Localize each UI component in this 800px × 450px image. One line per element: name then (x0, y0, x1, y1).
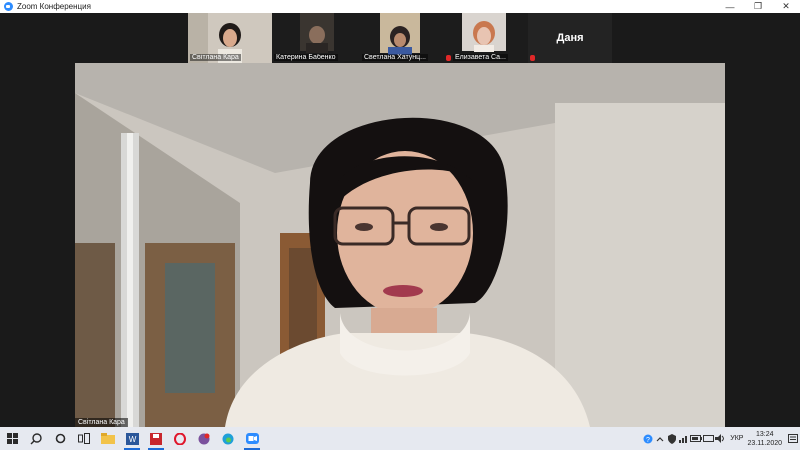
active-speaker-name: Світлана Кара (75, 418, 128, 427)
help-icon[interactable]: ? (642, 427, 654, 450)
muted-mic-icon (530, 55, 535, 61)
minimize-button[interactable]: — (716, 0, 744, 13)
volume-icon[interactable] (714, 427, 726, 450)
system-tray: ? УКР 13:24 23.11.2020 (642, 427, 800, 450)
svg-text:?: ? (646, 437, 650, 444)
task-view-button[interactable] (72, 427, 96, 450)
edge-button[interactable] (216, 427, 240, 450)
zoom-icon (245, 433, 259, 444)
shield-icon[interactable] (666, 427, 678, 450)
keyboard-icon[interactable] (702, 427, 714, 450)
clock-time: 13:24 (755, 430, 774, 438)
search-icon (30, 432, 42, 444)
participant-name: Елизавета Са... (453, 54, 508, 61)
window-controls: — ❐ ✕ (716, 0, 800, 13)
file-explorer-icon (101, 433, 115, 444)
participant-name: Світлана Кара (190, 54, 241, 61)
viber-icon (198, 433, 210, 444)
participant-gallery-strip: Світлана Кара Катерина Бабенко Светлана … (0, 13, 800, 63)
restore-button[interactable]: ❐ (744, 0, 772, 13)
save-button[interactable] (144, 427, 168, 450)
title-bar: Zoom Конференция — ❐ ✕ (0, 0, 800, 14)
start-button[interactable] (0, 427, 24, 450)
cortana-button[interactable] (48, 427, 72, 450)
participant-tile[interactable]: Катерина Бабенко (272, 13, 360, 63)
opera-icon (174, 432, 186, 445)
file-explorer-button[interactable] (96, 427, 120, 450)
speaker-video-frame (75, 63, 725, 427)
cortana-icon (55, 433, 65, 444)
viber-button[interactable] (192, 427, 216, 450)
search-button[interactable] (24, 427, 48, 450)
participant-tile[interactable]: Елизавета Са... (444, 13, 528, 63)
battery-icon[interactable] (690, 427, 703, 450)
word-button[interactable]: W (120, 427, 144, 450)
zoom-button[interactable] (240, 427, 264, 450)
clock[interactable]: 13:24 23.11.2020 (747, 430, 782, 448)
muted-mic-icon (446, 55, 451, 61)
windows-taskbar: W ? УКР 13:24 23.11.2020 (0, 427, 800, 450)
zoom-logo-icon (4, 2, 13, 11)
opera-button[interactable] (168, 427, 192, 450)
participant-tile[interactable]: Світлана Кара (188, 13, 272, 63)
save-icon (150, 432, 162, 445)
active-speaker-video[interactable] (75, 63, 725, 427)
edge-icon (222, 433, 234, 444)
word-icon: W (125, 432, 139, 445)
input-language-indicator[interactable]: УКР (730, 435, 743, 442)
chevron-up-icon[interactable] (654, 427, 666, 450)
participant-name-placeholder: Даня (556, 32, 584, 44)
svg-text:W: W (128, 435, 136, 444)
participant-name: Светлана Хатунц... (362, 54, 428, 61)
network-icon[interactable] (678, 427, 690, 450)
notifications-icon[interactable] (786, 427, 800, 450)
task-view-icon (78, 433, 90, 444)
clock-date: 23.11.2020 (747, 439, 782, 447)
participant-name: Катерина Бабенко (274, 54, 338, 61)
close-button[interactable]: ✕ (772, 0, 800, 13)
window-title: Zoom Конференция (17, 2, 91, 11)
participant-tile[interactable]: Даня (528, 13, 612, 63)
participant-tile[interactable]: Светлана Хатунц... (360, 13, 444, 63)
windows-start-icon (6, 433, 18, 444)
